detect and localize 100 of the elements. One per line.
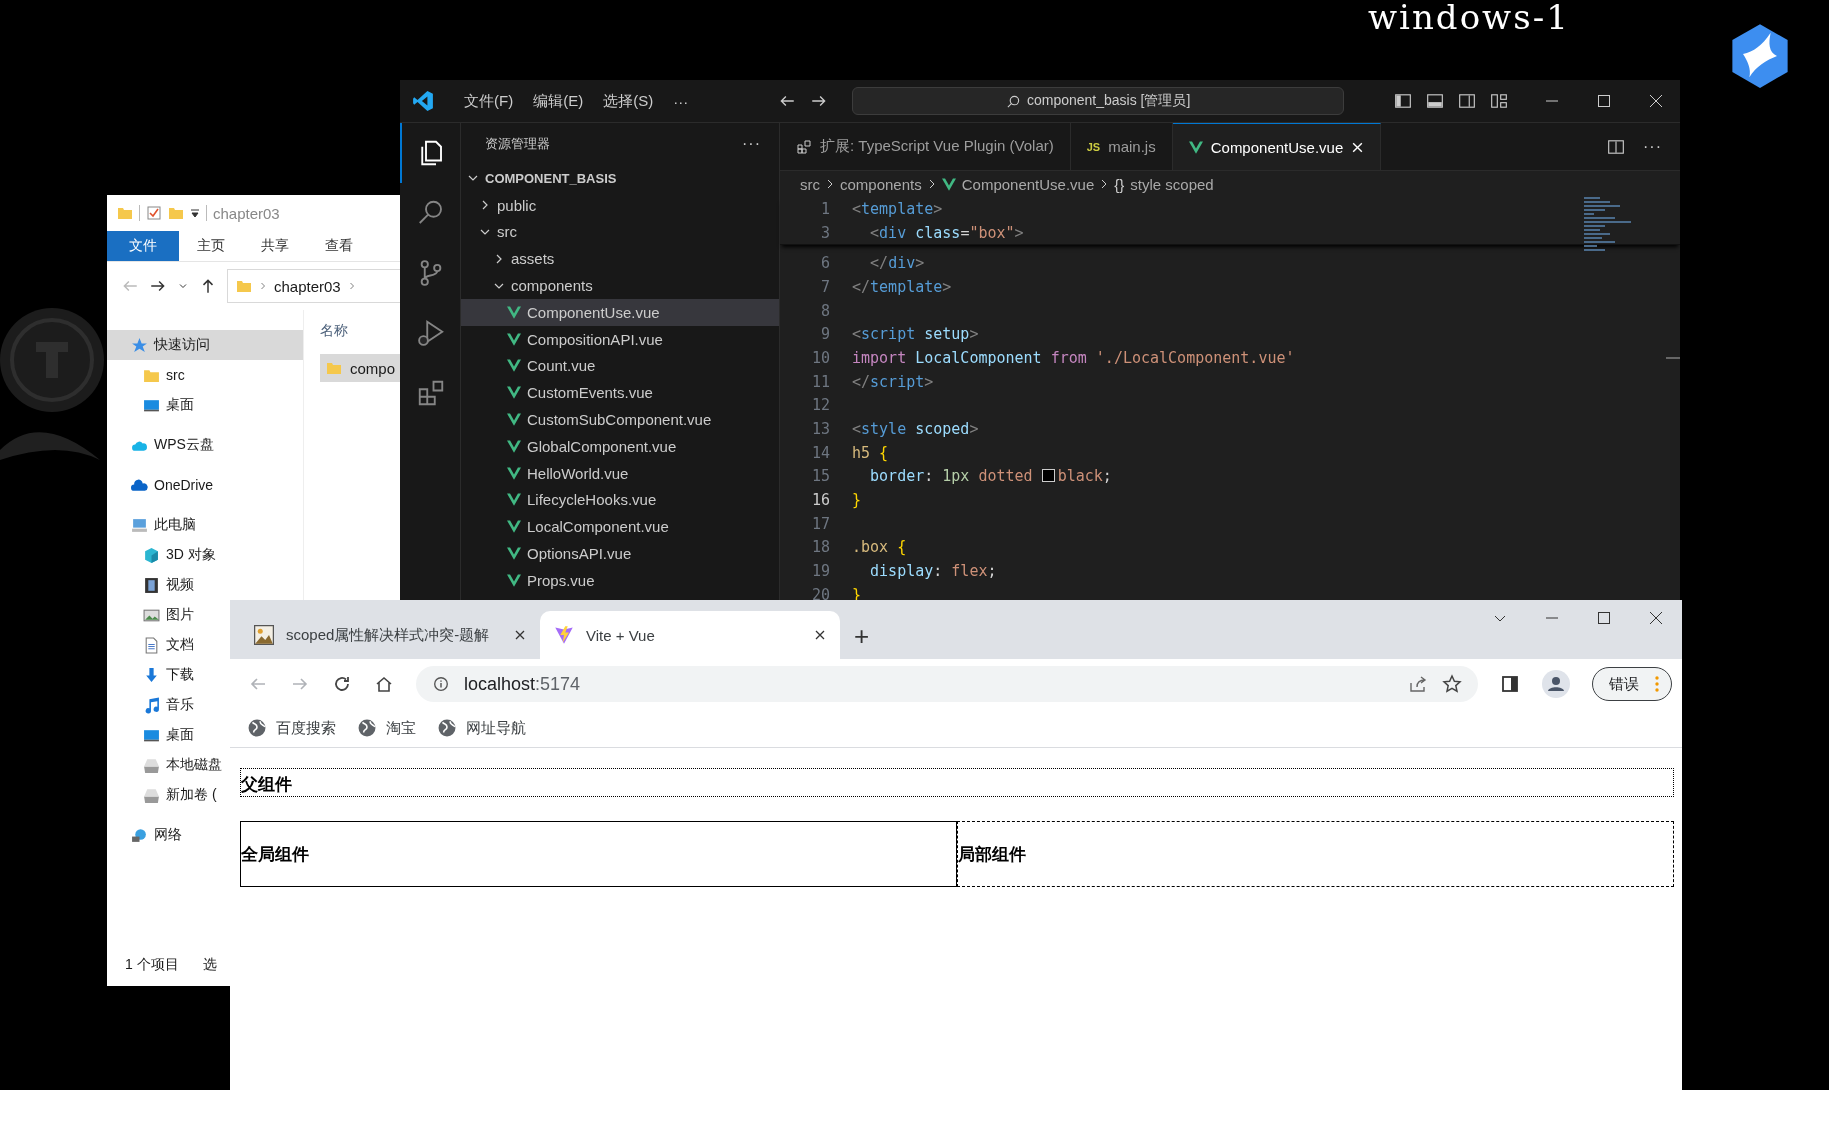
maximize-icon[interactable] (1596, 93, 1612, 109)
file-tree-item[interactable]: CustomSubComponent.vue (461, 406, 779, 433)
side-panel-icon[interactable] (1500, 674, 1520, 694)
command-search-field[interactable]: component_basis [管理员] (852, 87, 1345, 115)
menu-item[interactable]: ··· (663, 92, 699, 110)
bookmark-link[interactable]: 网址导航 (438, 718, 526, 738)
bookmark-link[interactable]: 淘宝 (358, 718, 416, 738)
share-icon[interactable] (1408, 674, 1428, 694)
project-root-item[interactable]: COMPONENT_BASIS (461, 165, 779, 192)
file-tree-item[interactable]: CustomEvents.vue (461, 379, 779, 407)
star-icon[interactable] (1442, 674, 1462, 694)
navigation-item[interactable]: 本地磁盘 (107, 750, 222, 780)
maximize-icon[interactable] (1596, 610, 1612, 626)
music-note-icon (143, 696, 160, 714)
file-tree-item[interactable]: HelloWorld.vue (461, 459, 779, 487)
menu-item[interactable]: 文件(F) (454, 91, 524, 111)
browser-tab[interactable]: scoped属性解决样式冲突-题解 (240, 611, 540, 659)
navigation-item[interactable]: 快速访问 (107, 330, 303, 360)
navigation-item[interactable]: 文档 (107, 630, 194, 660)
address-bar[interactable]: chapter03 (227, 269, 400, 303)
line-number: 16 (810, 491, 831, 510)
navigation-item[interactable]: 桌面 (107, 390, 194, 420)
file-tree-item[interactable]: GlobalComponent.vue (461, 432, 779, 460)
layout-grid-icon[interactable] (1490, 92, 1508, 110)
navigation-item[interactable]: 视频 (107, 570, 194, 600)
folder-tree-item[interactable]: public (461, 191, 779, 219)
sidebar-toggle-icon[interactable] (1394, 92, 1412, 110)
browser-tab[interactable]: Vite + Vue (540, 611, 840, 659)
star-icon (131, 336, 148, 354)
bookmark-link[interactable]: 百度搜索 (248, 718, 336, 738)
error-button[interactable]: 错误 (1592, 667, 1672, 701)
menu-item[interactable]: 选择(S) (593, 91, 664, 111)
navigation-item[interactable]: 音乐 (107, 690, 194, 720)
line-number: 17 (810, 514, 831, 533)
navigation-item[interactable]: src (107, 360, 185, 390)
navigation-item[interactable]: OneDrive (107, 470, 214, 500)
navigation-item[interactable]: 新加卷 ( (107, 780, 217, 810)
folder-tree-item[interactable]: src (461, 218, 779, 246)
chevron-right-icon (1100, 178, 1109, 190)
split-editor-icon[interactable] (1607, 137, 1625, 156)
ribbon-tab[interactable]: 文件 (107, 231, 179, 261)
close-icon[interactable] (1351, 140, 1365, 154)
profile-icon[interactable] (1542, 670, 1570, 698)
column-header[interactable]: 名称 (320, 322, 400, 340)
status-text: 选 (202, 956, 217, 974)
navigation-item[interactable]: 网络 (107, 820, 182, 850)
panel-toggle-icon[interactable] (1426, 92, 1444, 110)
line-number: 10 (810, 348, 831, 367)
reload-icon[interactable] (332, 674, 352, 694)
close-icon[interactable] (814, 629, 826, 641)
navigation-item[interactable]: 桌面 (107, 720, 194, 750)
close-icon[interactable] (514, 629, 526, 641)
ribbon-tab[interactable]: 共享 (243, 231, 307, 261)
close-icon[interactable] (1648, 610, 1664, 626)
vscode-logo-icon[interactable] (412, 90, 434, 112)
address-bar[interactable]: localhost:5174 (416, 666, 1478, 702)
folder-item[interactable]: compo (320, 354, 400, 382)
ribbon-tab[interactable]: 查看 (307, 231, 371, 261)
navigation-item[interactable]: 图片 (107, 600, 194, 630)
navigation-item[interactable]: WPS云盘 (107, 430, 214, 460)
editor-tab[interactable]: JS main.js (1070, 123, 1173, 170)
code-line: h5 { (852, 443, 889, 462)
editor-tab[interactable]: 扩展: TypeScript Vue Plugin (Volar) (780, 123, 1071, 170)
code-line: </template> (852, 277, 952, 296)
folder-tree-item[interactable]: components (461, 272, 779, 299)
file-tree-item[interactable]: LifecycleHooks.vue (461, 486, 779, 514)
breadcrumb-item[interactable]: src (800, 175, 820, 193)
breadcrumb-item[interactable]: components (840, 175, 922, 193)
line-number: 3 (819, 223, 831, 242)
breadcrumb-item[interactable]: ComponentUse.vue (961, 175, 1095, 193)
film-icon (143, 576, 160, 594)
editor-tab[interactable]: ComponentUse.vue (1172, 123, 1382, 170)
file-tree-item[interactable]: Count.vue (461, 352, 779, 380)
file-tree-item[interactable]: OptionsAPI.vue (461, 540, 779, 567)
folder-icon (326, 360, 342, 376)
braces-icon: {} (1114, 175, 1125, 193)
ribbon-tab[interactable]: 主页 (179, 231, 243, 261)
more-actions-button[interactable]: ··· (1643, 137, 1662, 156)
file-tree-item[interactable]: LocalComponent.vue (461, 513, 779, 541)
file-tree-item[interactable]: CompositionAPI.vue (461, 325, 779, 353)
dropdown-icon[interactable] (190, 208, 200, 218)
navigation-item[interactable]: 下载 (107, 660, 194, 690)
menu-item[interactable]: 编辑(E) (523, 91, 594, 111)
navigation-item[interactable]: 此电脑 (107, 510, 196, 540)
home-icon[interactable] (374, 674, 394, 694)
vue-file-icon (507, 359, 521, 373)
globe-icon (248, 719, 266, 737)
navigation-item[interactable]: 3D 对象 (107, 540, 216, 570)
more-actions-button[interactable]: ··· (742, 135, 761, 153)
breadcrumb-item[interactable]: style scoped (1130, 175, 1214, 193)
window-title: chapter03 (213, 204, 280, 222)
code-line: </script> (852, 372, 934, 391)
line-number: 15 (810, 467, 831, 486)
file-tree-item[interactable]: Props.vue (461, 566, 779, 594)
folder-tree-item[interactable]: assets (461, 245, 779, 273)
split-layout-icon[interactable] (1458, 92, 1476, 110)
new-tab-button[interactable]: + (854, 621, 870, 652)
file-tree-item[interactable]: ComponentUse.vue (461, 299, 779, 326)
checkbox-icon[interactable] (146, 205, 162, 221)
chevron-right-icon (826, 178, 834, 190)
